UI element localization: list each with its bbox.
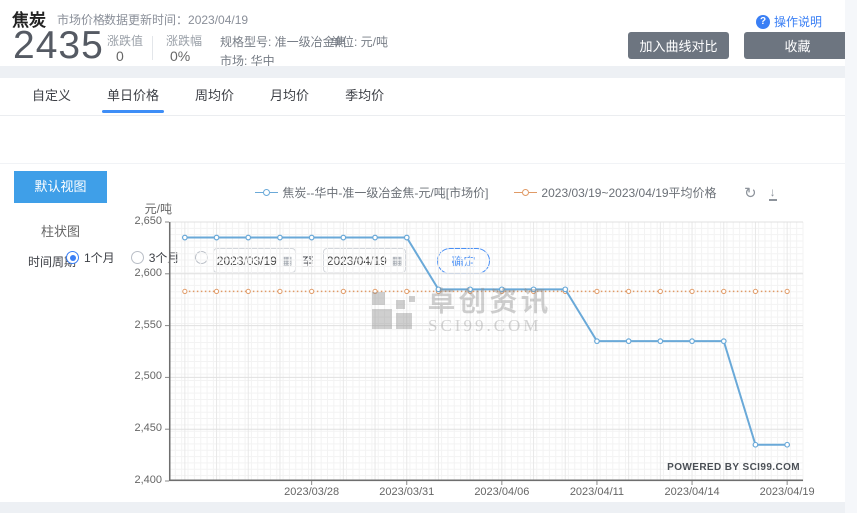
- tab-monthly-avg[interactable]: 月均价: [270, 78, 309, 115]
- change-pct-label: 涨跌幅: [166, 32, 202, 49]
- change-pct: 0%: [170, 48, 190, 64]
- price-line-chart: [169, 222, 803, 481]
- help-link-label: 操作说明: [774, 13, 822, 30]
- page-right-gutter: [845, 0, 857, 513]
- change-value-label: 涨跌值: [107, 32, 143, 49]
- divider: [152, 36, 153, 60]
- powered-by-label: POWERED BY SCI99.COM: [600, 462, 800, 473]
- chart-toolbar: ↻ ↓: [744, 186, 777, 201]
- x-axis-tick-label: 2023/03/28: [272, 486, 352, 498]
- radio-icon: [66, 251, 79, 264]
- series-marker-icon: [255, 189, 278, 196]
- tab-weekly-avg[interactable]: 周均价: [195, 78, 234, 115]
- x-axis-tick-label: 2023/04/11: [557, 486, 637, 498]
- legend-item-price-series[interactable]: 焦炭--华中-准一级冶金焦-元/吨[市场价]: [255, 184, 488, 201]
- download-icon[interactable]: ↓: [769, 186, 777, 201]
- sidebar-item-bar-chart[interactable]: 柱状图: [14, 221, 107, 243]
- tab-custom[interactable]: 自定义: [32, 78, 71, 115]
- y-axis-tick-label: 2,500: [106, 370, 162, 382]
- spec-label: 规格型号: 准一级冶金焦: [220, 33, 347, 50]
- sidebar-item-default-view[interactable]: 默认视图: [14, 171, 107, 203]
- current-price: 2435: [13, 24, 104, 68]
- x-axis-tick-label: 2023/04/06: [462, 486, 542, 498]
- series-marker-icon: [514, 189, 537, 196]
- y-axis-tick-label: 2,650: [106, 215, 162, 227]
- x-axis-tick-label: 2023/04/14: [652, 486, 732, 498]
- add-compare-button[interactable]: 加入曲线对比: [628, 32, 729, 59]
- update-time: 数据更新时间：2023/04/19: [104, 11, 248, 28]
- radio-icon: [131, 251, 144, 264]
- x-axis-tick-label: 2023/03/31: [367, 486, 447, 498]
- help-link[interactable]: ? 操作说明: [756, 13, 822, 30]
- radio-1-month[interactable]: 1个月: [66, 249, 115, 266]
- tab-quarterly-avg[interactable]: 季均价: [345, 78, 384, 115]
- change-value: 0: [116, 48, 124, 64]
- refresh-icon[interactable]: ↻: [744, 186, 757, 201]
- unit-label: 单位: 元/吨: [330, 33, 388, 50]
- separator-band: [0, 502, 857, 513]
- legend-item-average-series[interactable]: 2023/03/19~2023/04/19平均价格: [514, 184, 716, 201]
- price-type-tabs: 自定义 单日价格 周均价 月均价 季均价: [0, 78, 857, 116]
- y-axis-tick-label: 2,450: [106, 422, 162, 434]
- y-axis-tick-label: 2,400: [106, 474, 162, 486]
- tab-daily-price[interactable]: 单日价格: [107, 78, 159, 115]
- favorite-button[interactable]: 收藏: [744, 32, 851, 59]
- price-detail-page: 焦炭 市场价格 数据更新时间：2023/04/19 2435 涨跌值 0 涨跌幅…: [0, 0, 857, 513]
- time-filter-row: 时间周期 1个月 3个月 1年 2023/03/19▦ 至 2023/04/19…: [0, 118, 857, 164]
- separator-band: [0, 66, 857, 78]
- y-axis-tick-label: 2,550: [106, 319, 162, 331]
- x-axis-tick-label: 2023/04/19: [747, 486, 827, 498]
- help-icon: ?: [756, 15, 770, 29]
- chart-legend: 焦炭--华中-准一级冶金焦-元/吨[市场价] 2023/03/19~2023/0…: [169, 184, 803, 201]
- y-axis-tick-label: 2,600: [106, 267, 162, 279]
